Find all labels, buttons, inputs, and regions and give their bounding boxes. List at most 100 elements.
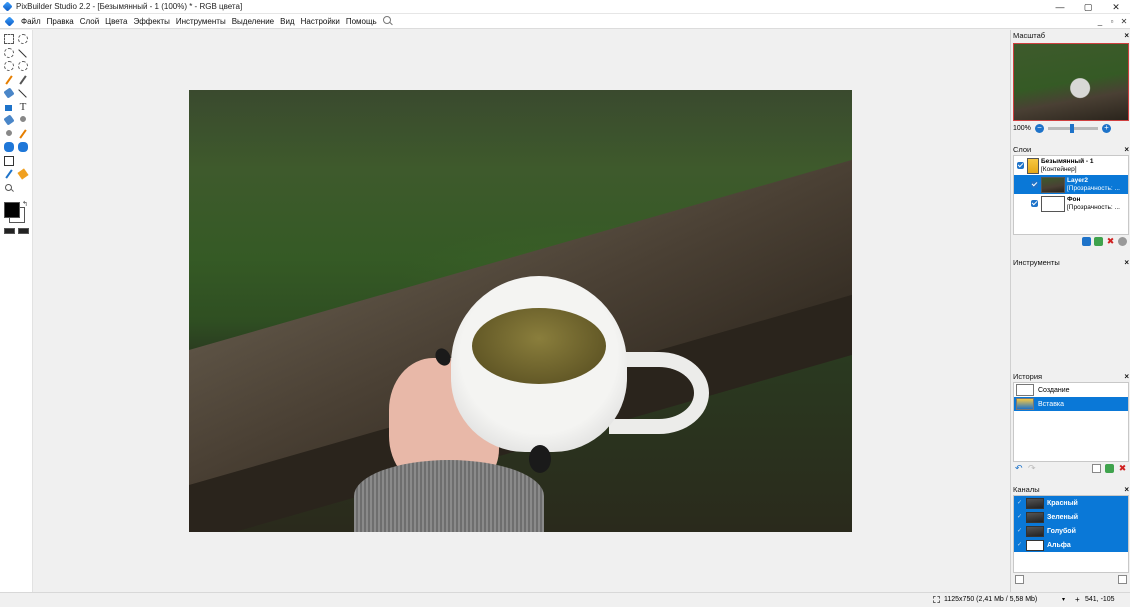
eyedropper-icon[interactable] — [4, 169, 14, 179]
brush-icon[interactable] — [18, 75, 28, 85]
standard-mode-button[interactable] — [4, 227, 15, 234]
zoom-out-button[interactable]: − — [1034, 123, 1044, 133]
channel-row[interactable]: ✓ Красный — [1014, 496, 1128, 510]
instruments-close-button[interactable]: × — [1124, 258, 1129, 267]
navigator-close-button[interactable]: × — [1124, 31, 1129, 40]
mask-mode-button[interactable] — [18, 227, 29, 234]
history-label: Вставка — [1038, 400, 1065, 408]
sponge-icon[interactable] — [18, 115, 28, 125]
canvas-area[interactable] — [34, 30, 1010, 592]
delete-layer-icon[interactable]: ✖ — [1106, 237, 1115, 246]
channel-row[interactable]: ✓ Голубой — [1014, 524, 1128, 538]
history-list: Создание Вставка — [1013, 382, 1129, 462]
photo-tea — [472, 308, 606, 384]
undo-icon[interactable]: ↶ — [1015, 464, 1024, 473]
layer-row[interactable]: Фон [Прозрачность: ... — [1014, 194, 1128, 213]
navigator-preview[interactable] — [1013, 43, 1129, 121]
menu-tools[interactable]: Инструменты — [173, 14, 229, 29]
pencil-icon[interactable] — [4, 75, 14, 85]
selection-icon — [933, 596, 940, 603]
menu-layer[interactable]: Слой — [77, 14, 102, 29]
doc-restore-button[interactable]: ▫ — [1106, 17, 1118, 26]
layer-effects-icon[interactable] — [1118, 237, 1127, 246]
swap-colors-icon[interactable]: ↰ — [22, 200, 28, 208]
blur-icon[interactable] — [3, 114, 15, 126]
layer-visibility-checkbox[interactable] — [1031, 200, 1038, 207]
zoom-slider-thumb[interactable] — [1069, 123, 1074, 133]
zoom-tool-icon[interactable] — [4, 183, 14, 193]
clone-stamp-icon[interactable] — [4, 128, 14, 139]
history-thumbnail — [1016, 384, 1034, 396]
rect-select-icon[interactable] — [4, 34, 14, 44]
channel-options-icon[interactable] — [1015, 575, 1024, 584]
layer-desc: [Прозрачность: ... — [1067, 203, 1120, 211]
layer-visibility-checkbox[interactable] — [1017, 162, 1024, 169]
menu-effects[interactable]: Эффекты — [130, 14, 172, 29]
text-tool-icon[interactable]: T — [18, 101, 28, 112]
zoom-value[interactable]: 100% — [1013, 125, 1031, 132]
layer-visibility-checkbox[interactable] — [1031, 181, 1038, 188]
zoom-slider[interactable] — [1047, 123, 1098, 133]
foreground-color[interactable] — [4, 201, 20, 218]
zoom-in-button[interactable]: + — [1101, 123, 1111, 133]
polygon-lasso-icon[interactable] — [4, 61, 14, 71]
new-layer-icon[interactable] — [1094, 237, 1103, 246]
menu-bar: Файл Правка Слой Цвета Эффекты Инструмен… — [0, 14, 1130, 29]
shape-rect-icon[interactable] — [4, 142, 14, 152]
close-button[interactable]: ✕ — [1102, 0, 1130, 14]
channel-row[interactable]: ✓ Зеленый — [1014, 510, 1128, 524]
channels-list: ✓ Красный ✓ Зеленый ✓ Голубой ✓ Альфа — [1013, 495, 1129, 573]
doc-minimize-button[interactable]: _ — [1094, 17, 1106, 26]
shape-ellipse-icon[interactable] — [18, 142, 28, 152]
right-dock: Масштаб × 100% − + Слои × Безымянный - 1… — [1010, 30, 1130, 592]
snapshot-icon[interactable] — [1105, 464, 1114, 473]
lasso-icon[interactable] — [4, 47, 14, 58]
channel-selection-icon[interactable] — [1118, 575, 1127, 584]
app-menu-icon[interactable] — [4, 15, 15, 27]
window-controls: — ▢ ✕ — [1046, 0, 1130, 14]
color-swatches: ↰ — [0, 200, 32, 226]
ruler-icon[interactable] — [17, 168, 29, 180]
history-item[interactable]: Вставка — [1014, 397, 1128, 411]
eye-icon[interactable]: ✓ — [1017, 500, 1023, 506]
menu-selection[interactable]: Выделение — [229, 14, 277, 29]
history-label: Создание — [1038, 386, 1070, 394]
crop-icon[interactable] — [4, 155, 14, 166]
redo-icon[interactable]: ↷ — [1028, 464, 1037, 473]
eraser-icon[interactable] — [3, 87, 15, 99]
layers-close-button[interactable]: × — [1124, 145, 1129, 154]
eye-icon[interactable]: ✓ — [1017, 542, 1023, 548]
magic-wand-icon[interactable] — [18, 48, 28, 58]
info-dropdown[interactable]: ▾ — [1062, 596, 1065, 603]
magnetic-lasso-icon[interactable] — [18, 61, 28, 71]
paint-bucket-icon[interactable] — [4, 101, 14, 112]
menu-help[interactable]: Помощь — [343, 14, 380, 29]
image-canvas[interactable] — [189, 90, 852, 532]
minimize-button[interactable]: — — [1046, 0, 1074, 14]
new-group-icon[interactable] — [1082, 237, 1091, 246]
menu-view[interactable]: Вид — [277, 14, 297, 29]
layer-row[interactable]: Layer2 [Прозрачность: ... — [1014, 175, 1128, 194]
toolbox: T ↰ — [0, 30, 310, 592]
eye-icon[interactable]: ✓ — [1017, 528, 1023, 534]
channel-label: Голубой — [1047, 527, 1076, 535]
maximize-button[interactable]: ▢ — [1074, 0, 1102, 14]
line-icon[interactable] — [18, 88, 28, 98]
history-item[interactable]: Создание — [1014, 383, 1128, 397]
eye-icon[interactable]: ✓ — [1017, 514, 1023, 520]
ellipse-select-icon[interactable] — [18, 34, 28, 44]
menu-settings[interactable]: Настройки — [298, 14, 343, 29]
search-icon[interactable] — [382, 16, 393, 26]
channels-close-button[interactable]: × — [1124, 485, 1129, 494]
history-close-button[interactable]: × — [1124, 372, 1129, 381]
menu-colors[interactable]: Цвета — [102, 14, 130, 29]
delete-history-icon[interactable]: ✖ — [1118, 464, 1127, 473]
channel-row[interactable]: ✓ Альфа — [1014, 538, 1128, 552]
menu-edit[interactable]: Правка — [44, 14, 77, 29]
folder-icon — [1027, 157, 1039, 174]
new-snapshot-icon[interactable] — [1092, 464, 1101, 473]
layer-row[interactable]: Безымянный - 1 [Контейнер] — [1014, 156, 1128, 175]
doc-close-button[interactable]: ✕ — [1118, 17, 1130, 26]
menu-file[interactable]: Файл — [18, 14, 44, 29]
healing-icon[interactable] — [18, 129, 28, 139]
